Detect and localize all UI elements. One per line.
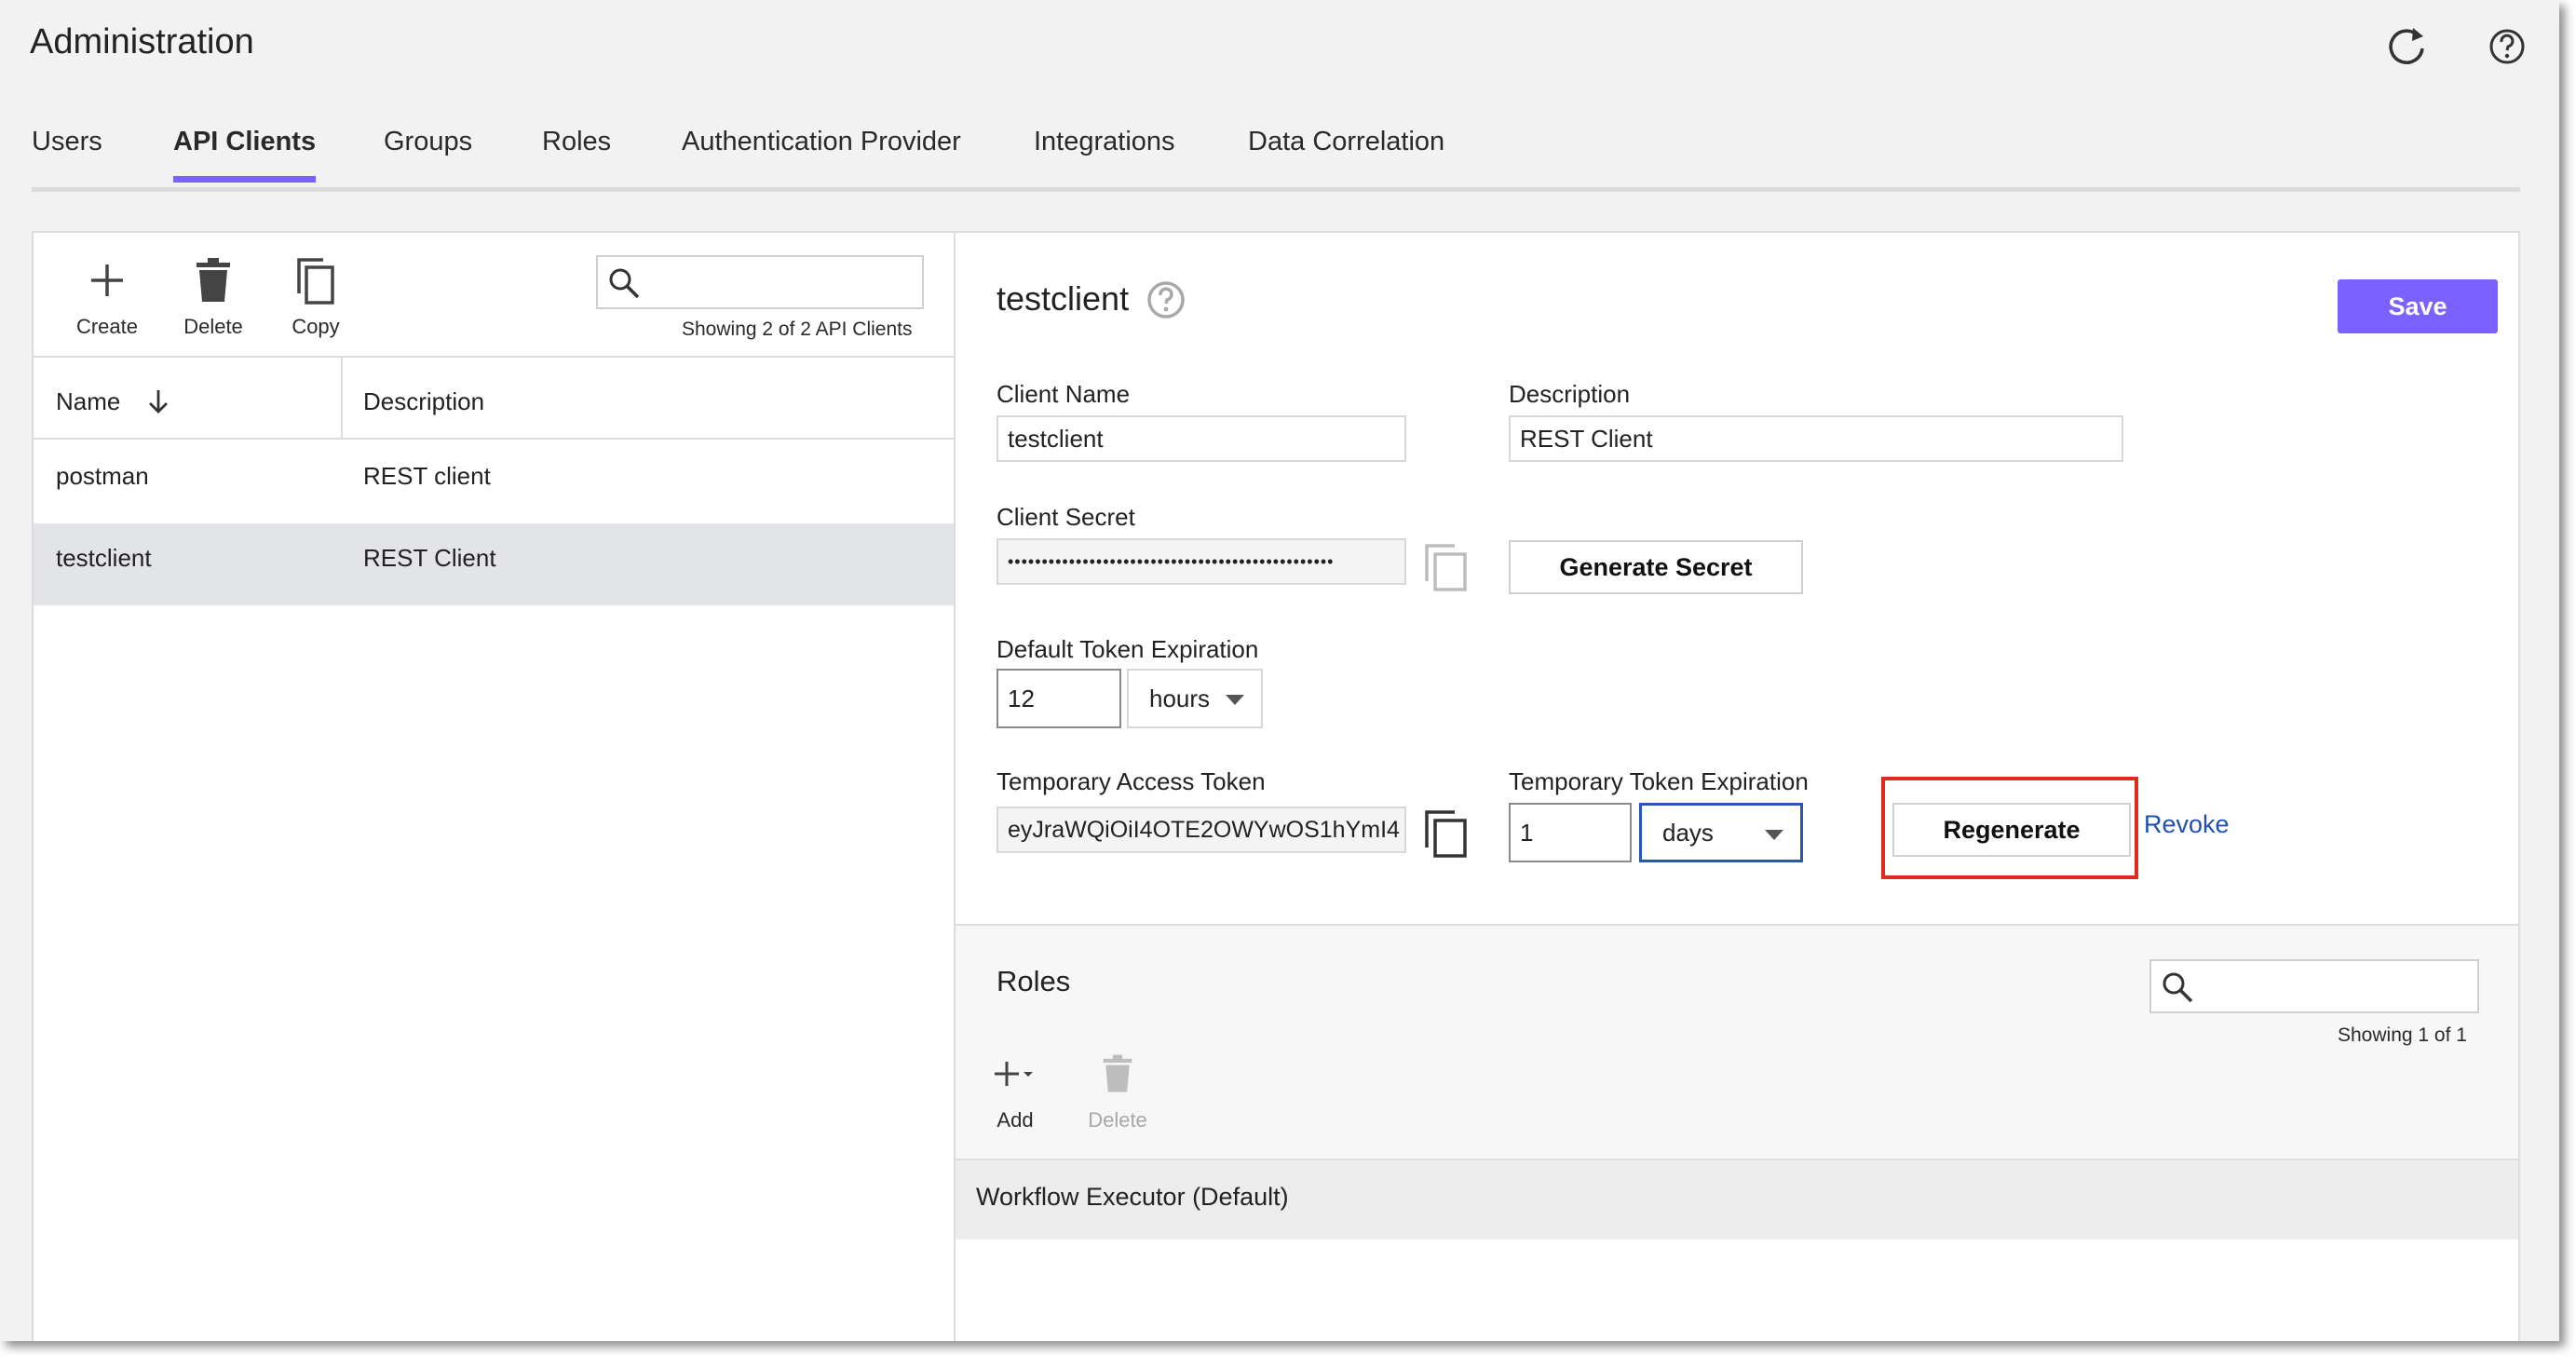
copy-secret-icon[interactable] [1423,542,1470,592]
chevron-down-icon [1765,830,1783,840]
delete-label: Delete [1088,1108,1147,1132]
temporary-token-unit-value: days [1662,818,1714,847]
row-description: REST Client [363,544,496,572]
tab-integrations[interactable]: Integrations [1034,127,1175,178]
description-column-header[interactable]: Description [363,387,484,416]
default-token-expiration-label: Default Token Expiration [997,635,1259,663]
row-name: testclient [56,544,152,572]
refresh-icon[interactable] [2382,22,2431,71]
default-token-expiration-input[interactable]: 12 [997,669,1121,728]
search-icon [2162,972,2193,1003]
temporary-token-expiration-label: Temporary Token Expiration [1509,767,1809,795]
tab-bar: Users API Clients Groups Roles Authentic… [32,123,2520,192]
default-token-unit-value: hours [1149,684,1211,712]
page-title: Administration [30,22,254,61]
column-divider [341,358,343,438]
temporary-access-token-field[interactable]: eyJraWQiOiI4OTE2OWYwOS1hYmI4 [997,807,1406,853]
roles-title: Roles [997,965,1071,997]
tab-groups[interactable]: Groups [384,127,472,178]
delete-button[interactable]: Delete [162,253,264,339]
plus-dropdown-icon [995,1062,1033,1086]
create-button[interactable]: Create [56,253,158,339]
api-clients-list-panel: Create Delete Copy Showing 2 of 2 API Cl… [32,231,956,1341]
client-secret-label: Client Secret [997,503,1135,531]
tab-data-correlation[interactable]: Data Correlation [1248,127,1444,178]
plus-icon [91,264,123,296]
row-name: postman [56,462,149,490]
clients-count: Showing 2 of 2 API Clients [682,319,913,340]
tab-api-clients[interactable]: API Clients [173,127,317,183]
revoke-link[interactable]: Revoke [2144,810,2230,839]
delete-role-button: Delete [1080,1047,1155,1132]
create-label: Create [75,315,139,338]
save-button[interactable]: Save [2338,279,2498,333]
roles-search[interactable] [2149,959,2479,1013]
copy-button[interactable]: Copy [264,253,367,339]
table-row[interactable]: postman REST client [34,441,954,523]
client-secret-field[interactable]: ••••••••••••••••••••••••••••••••••••••••… [997,538,1406,585]
clients-search[interactable] [596,255,924,309]
default-token-unit-select[interactable]: hours [1127,669,1263,728]
roles-search-input[interactable] [2203,967,2470,1006]
add-label: Add [997,1108,1034,1132]
clients-search-input[interactable] [650,263,915,302]
info-help-icon[interactable] [1146,279,1186,320]
trash-icon [1103,1054,1132,1092]
tab-authentication-provider[interactable]: Authentication Provider [682,127,961,178]
role-name: Workflow Executor (Default) [976,1183,1289,1211]
roles-section: Roles Showing 1 of 1 Add Delete Workflow… [956,924,2518,1341]
delete-label: Delete [183,315,243,338]
generate-secret-button[interactable]: Generate Secret [1509,540,1803,594]
client-title: testclient [997,279,1130,318]
client-name-label: Client Name [997,380,1131,408]
client-detail-panel: testclient Save Client Name testclient D… [956,231,2520,1341]
add-role-button[interactable]: Add [978,1047,1052,1132]
sort-down-icon [148,390,168,414]
name-column-label: Name [56,387,121,415]
copy-label: Copy [291,315,340,338]
table-row-selected[interactable]: testclient REST Client [34,523,954,605]
regenerate-button[interactable]: Regenerate [1892,803,2131,857]
help-icon[interactable] [2483,22,2531,71]
roles-empty-area [956,1241,2518,1341]
temporary-token-expiration-input[interactable]: 1 [1509,803,1632,862]
copy-token-icon[interactable] [1423,808,1470,859]
description-field[interactable]: REST Client [1509,415,2123,462]
description-label: Description [1509,380,1631,408]
list-header: Name Description [34,356,954,440]
name-column-header[interactable]: Name [56,387,172,416]
admin-window: Administration Users API Clients Groups … [0,0,2559,1341]
tab-users[interactable]: Users [32,127,102,178]
row-description: REST client [363,462,491,490]
search-icon [609,268,640,299]
temporary-token-unit-select[interactable]: days [1639,803,1803,862]
trash-icon [197,258,230,302]
roles-count: Showing 1 of 1 [2338,1024,2467,1046]
copy-icon [297,258,334,305]
chevron-down-icon [1226,695,1244,705]
temporary-access-token-label: Temporary Access Token [997,767,1266,795]
list-item[interactable]: Workflow Executor (Default) [956,1159,2518,1239]
client-name-field[interactable]: testclient [997,415,1406,462]
tab-roles[interactable]: Roles [542,127,611,178]
